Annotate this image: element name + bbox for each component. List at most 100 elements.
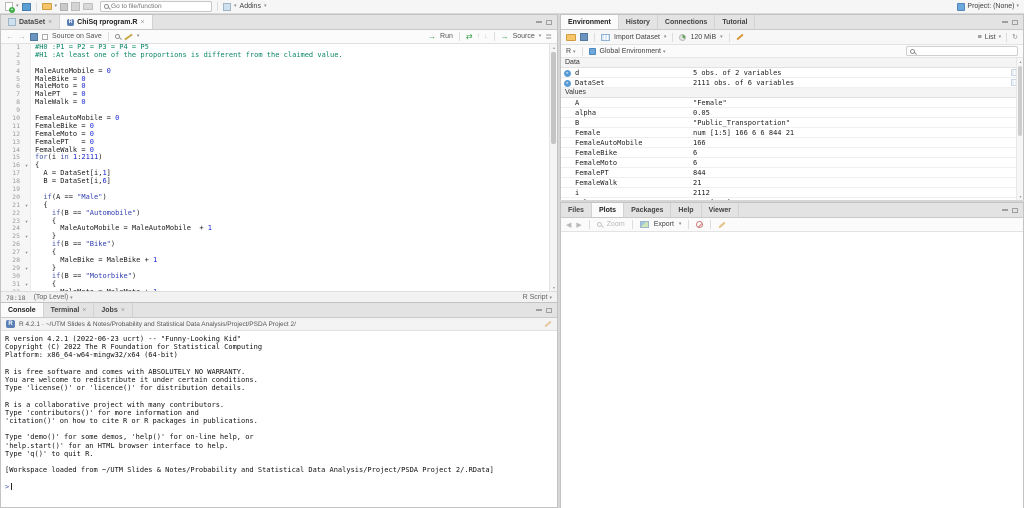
new-file-caret-icon[interactable]: ▾: [16, 4, 19, 9]
open-file-caret-icon[interactable]: ▾: [55, 4, 58, 9]
source-button[interactable]: Source: [513, 33, 535, 40]
environment-row[interactable]: FemalePT844: [561, 168, 1023, 178]
print-icon[interactable]: [83, 3, 93, 10]
environment-row[interactable]: FemaleAutoMobile166: [561, 138, 1023, 148]
save-workspace-icon[interactable]: [580, 33, 588, 41]
refresh-icon[interactable]: ↻: [1012, 33, 1018, 41]
environment-row[interactable]: Malenum [1:5] 291 9 9 726 33: [561, 198, 1023, 200]
clear-console-icon[interactable]: [544, 321, 551, 328]
addins-button[interactable]: Addins: [240, 3, 261, 10]
fold-marker-icon[interactable]: ▾: [23, 218, 31, 226]
open-file-icon[interactable]: [42, 3, 52, 10]
environment-row[interactable]: alpha0.05: [561, 108, 1023, 118]
previous-plot-icon[interactable]: ◀: [566, 221, 571, 229]
new-project-icon[interactable]: [22, 3, 31, 11]
line-number[interactable]: 32: [1, 289, 23, 291]
next-section-icon[interactable]: ↓: [484, 33, 488, 40]
source-caret-icon[interactable]: ▾: [539, 34, 542, 39]
fold-marker-icon[interactable]: ▾: [23, 265, 31, 273]
minimize-icon[interactable]: [536, 309, 542, 311]
fold-marker-icon[interactable]: ▾: [23, 233, 31, 241]
zoom-plot-icon[interactable]: [597, 222, 602, 227]
scrollbar-thumb[interactable]: [1018, 66, 1022, 136]
files-tab-plots[interactable]: Plots: [592, 203, 624, 217]
environment-selector[interactable]: Global Environment ▾: [600, 48, 666, 55]
fold-marker-icon[interactable]: ▾: [23, 162, 31, 170]
environment-row[interactable]: DataSet▸2111 obs. of 6 variables: [561, 78, 1023, 88]
addins-grid-icon[interactable]: [223, 3, 231, 11]
console-tab-console[interactable]: Console: [1, 303, 44, 317]
environment-row[interactable]: A"Female": [561, 98, 1023, 108]
forward-icon[interactable]: →: [18, 32, 26, 41]
console-tab-terminal[interactable]: Terminal×: [44, 303, 95, 317]
back-icon[interactable]: ←: [6, 32, 14, 41]
files-tab-viewer[interactable]: Viewer: [702, 203, 739, 217]
minimize-icon[interactable]: [536, 21, 542, 23]
project-selector[interactable]: Project: (None): [967, 3, 1014, 10]
remove-plot-icon[interactable]: [696, 221, 703, 228]
scope-selector[interactable]: (Top Level) ▾: [34, 294, 73, 301]
export-plot-button[interactable]: Export: [654, 221, 674, 228]
expand-icon[interactable]: ▸: [564, 80, 571, 87]
maximize-icon[interactable]: [1012, 20, 1018, 25]
files-tab-help[interactable]: Help: [671, 203, 701, 217]
new-file-icon[interactable]: [5, 2, 13, 11]
previous-section-icon[interactable]: ↑: [477, 33, 481, 40]
console-output[interactable]: R version 4.2.1 (2022-06-23 ucrt) -- "Fu…: [1, 331, 557, 491]
zoom-plot-button[interactable]: Zoom: [607, 221, 625, 228]
language-selector[interactable]: R ▾: [566, 48, 576, 55]
import-dataset-caret-icon[interactable]: ▾: [664, 35, 667, 40]
source-icon[interactable]: →: [501, 32, 509, 41]
environment-tab-connections[interactable]: Connections: [658, 15, 715, 29]
maximize-icon[interactable]: [1012, 208, 1018, 213]
memory-caret-icon[interactable]: ▾: [720, 35, 723, 40]
code-tools-caret-icon[interactable]: ▾: [137, 34, 140, 39]
save-icon[interactable]: [60, 3, 68, 11]
minimize-icon[interactable]: [1002, 209, 1008, 211]
import-dataset-icon[interactable]: [601, 34, 610, 41]
environment-row[interactable]: Femalenum [1:5] 166 6 6 844 21: [561, 128, 1023, 138]
environment-row[interactable]: FemaleMoto6: [561, 158, 1023, 168]
source-tab-dataset[interactable]: DataSet×: [1, 15, 60, 29]
project-caret-icon[interactable]: ▾: [1016, 4, 1019, 9]
rerun-icon[interactable]: ⇄: [466, 32, 473, 41]
export-caret-icon[interactable]: ▾: [679, 222, 682, 227]
environment-object-list[interactable]: Datad▸5 obs. of 2 variablesDataSet▸2111 …: [561, 58, 1023, 200]
memory-usage-label[interactable]: 120 MiB: [690, 34, 716, 41]
expand-icon[interactable]: ▸: [564, 70, 571, 77]
document-outline-icon[interactable]: ≣: [545, 32, 552, 41]
environment-row[interactable]: FemaleBike6: [561, 148, 1023, 158]
code-tools-icon[interactable]: [124, 33, 133, 40]
fold-marker-icon[interactable]: ▾: [23, 249, 31, 257]
environment-row[interactable]: i2112: [561, 188, 1023, 198]
environment-scrollbar[interactable]: ▴ ▾: [1016, 58, 1023, 200]
fold-marker-icon[interactable]: ▾: [23, 202, 31, 210]
environment-tab-history[interactable]: History: [619, 15, 658, 29]
console-prompt-line[interactable]: >: [5, 483, 557, 491]
environment-row[interactable]: B"Public_Transportation": [561, 118, 1023, 128]
source-tab-chisq-rprogram-r[interactable]: RChiSq rprogram.R×: [60, 15, 152, 29]
files-tab-files[interactable]: Files: [561, 203, 592, 217]
close-icon[interactable]: ×: [82, 307, 86, 314]
environment-tab-environment[interactable]: Environment: [561, 15, 619, 29]
editor-scrollbar[interactable]: ▴ ▾: [549, 44, 557, 291]
maximize-icon[interactable]: [546, 20, 552, 25]
addins-caret-icon[interactable]: ▾: [234, 4, 237, 9]
minimize-icon[interactable]: [1002, 21, 1008, 23]
environment-search-input[interactable]: [917, 44, 1007, 59]
close-icon[interactable]: ×: [121, 307, 125, 314]
load-workspace-icon[interactable]: [566, 34, 576, 41]
next-plot-icon[interactable]: ▶: [576, 221, 581, 229]
console-tab-jobs[interactable]: Jobs×: [94, 303, 132, 317]
fold-marker-icon[interactable]: ▾: [23, 281, 31, 289]
environment-row[interactable]: FemaleWalk21: [561, 178, 1023, 188]
clear-environment-icon[interactable]: [736, 34, 743, 41]
files-tab-packages[interactable]: Packages: [624, 203, 671, 217]
environment-tab-tutorial[interactable]: Tutorial: [715, 15, 755, 29]
clear-all-plots-icon[interactable]: [719, 221, 726, 228]
scrollbar-thumb[interactable]: [551, 52, 556, 144]
import-dataset-button[interactable]: Import Dataset: [614, 34, 660, 41]
find-replace-icon[interactable]: [115, 34, 120, 39]
run-icon[interactable]: →: [428, 32, 436, 41]
export-plot-icon[interactable]: [640, 221, 649, 228]
